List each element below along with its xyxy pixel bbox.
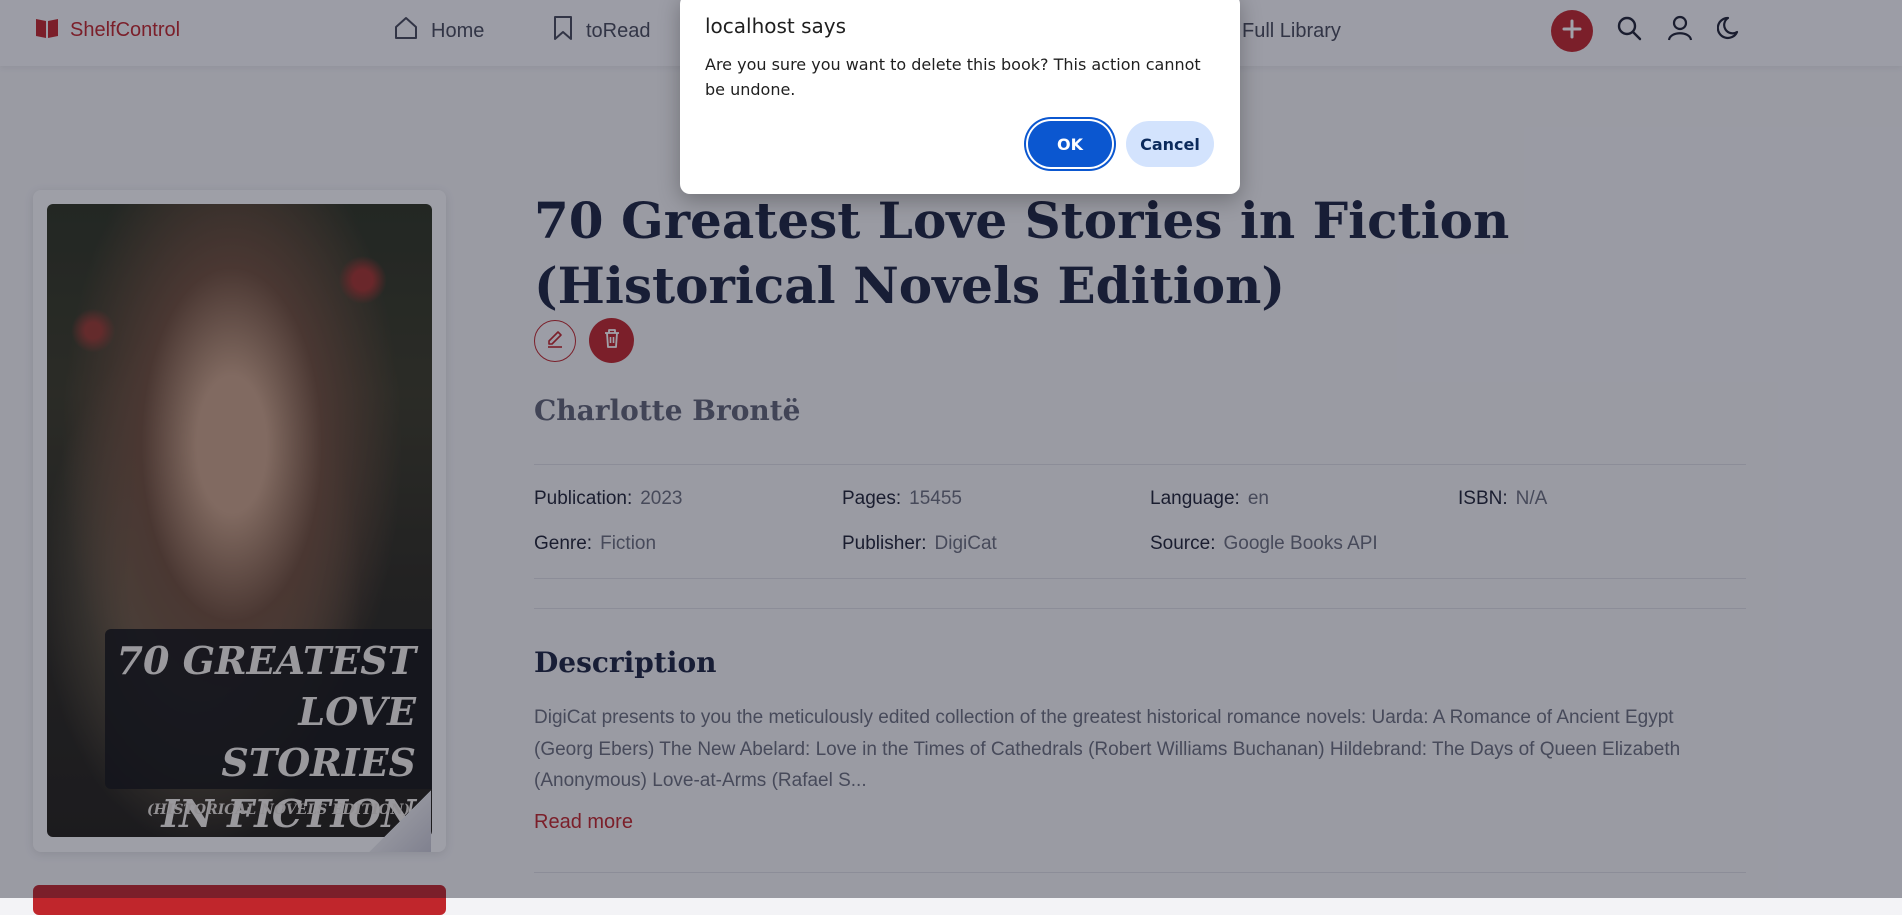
dialog-title: localhost says <box>705 14 847 38</box>
dialog-message: Are you sure you want to delete this boo… <box>705 55 1201 99</box>
cancel-button[interactable]: Cancel <box>1126 121 1214 167</box>
ok-button[interactable]: OK <box>1028 121 1112 167</box>
confirm-dialog: localhost says Are you sure you want to … <box>680 0 1240 194</box>
